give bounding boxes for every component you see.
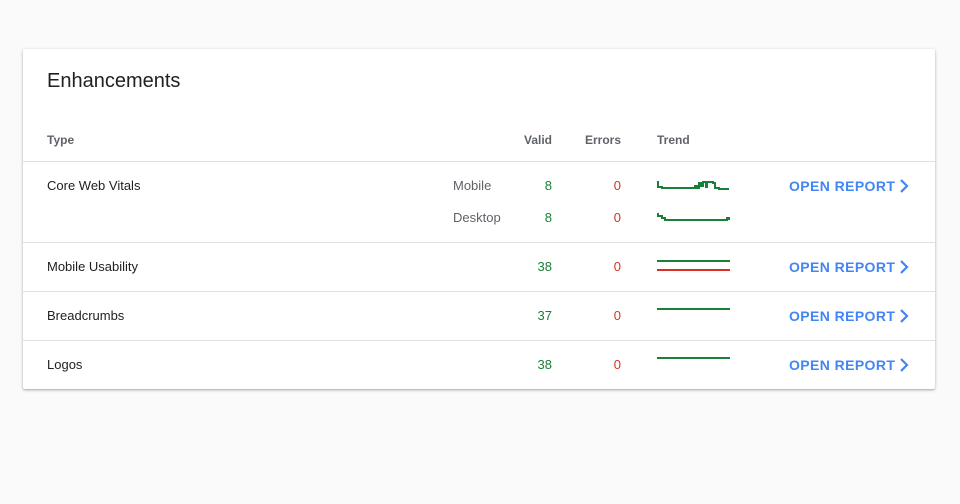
- header-type: Type: [47, 133, 75, 147]
- row-name: Core Web Vitals: [47, 178, 141, 193]
- valid-count-desktop: 8: [544, 210, 552, 225]
- chevron-right-icon[interactable]: [898, 179, 910, 193]
- table-row-breadcrumbs[interactable]: Breadcrumbs 37 0 OPEN REPORT: [23, 292, 935, 341]
- device-label-mobile: Mobile: [453, 178, 492, 193]
- open-report-button-core-web-vitals[interactable]: OPEN REPORT: [789, 178, 895, 194]
- chevron-right-icon[interactable]: [898, 309, 910, 323]
- header-valid: Valid: [523, 133, 552, 147]
- header-trend: Trend: [657, 133, 690, 147]
- row-name: Mobile Usability: [47, 259, 139, 274]
- table-row-logos[interactable]: Logos 38 0 OPEN REPORT: [23, 341, 935, 389]
- valid-count: 38: [537, 259, 552, 274]
- error-count: 0: [613, 357, 621, 372]
- row-name: Breadcrumbs: [47, 308, 125, 323]
- chevron-right-icon[interactable]: [898, 260, 910, 274]
- error-count-desktop: 0: [613, 210, 621, 225]
- error-count: 0: [613, 308, 621, 323]
- trend-sparkline: [657, 308, 730, 310]
- card-title: Enhancements: [47, 70, 181, 92]
- valid-count: 38: [537, 357, 552, 372]
- valid-count-mobile: 8: [544, 178, 552, 193]
- trend-sparkline: [657, 260, 730, 271]
- trend-sparkline: [657, 357, 730, 359]
- open-report-button-breadcrumbs[interactable]: OPEN REPORT: [789, 308, 895, 324]
- chevron-right-icon[interactable]: [898, 358, 910, 372]
- open-report-button-mobile-usability[interactable]: OPEN REPORT: [789, 259, 895, 275]
- valid-count: 37: [537, 308, 552, 323]
- trend-sparkline-mobile: [657, 181, 729, 190]
- table-row-mobile-usability[interactable]: Mobile Usability 38 0 OPEN REPORT: [23, 243, 935, 292]
- error-count-mobile: 0: [613, 178, 621, 193]
- error-count: 0: [613, 259, 621, 274]
- device-label-desktop: Desktop: [453, 210, 501, 225]
- open-report-button-logos[interactable]: OPEN REPORT: [789, 357, 895, 373]
- trend-sparkline-desktop: [657, 213, 730, 221]
- header-errors: Errors: [584, 133, 621, 147]
- table-header: Type Valid Errors Trend: [23, 133, 935, 162]
- row-name: Logos: [47, 357, 83, 372]
- table-row-core-web-vitals[interactable]: Core Web Vitals Mobile 8 0 Desktop 8 0 O…: [23, 162, 935, 243]
- enhancements-card: Enhancements Type Valid Errors Trend Cor…: [23, 49, 935, 389]
